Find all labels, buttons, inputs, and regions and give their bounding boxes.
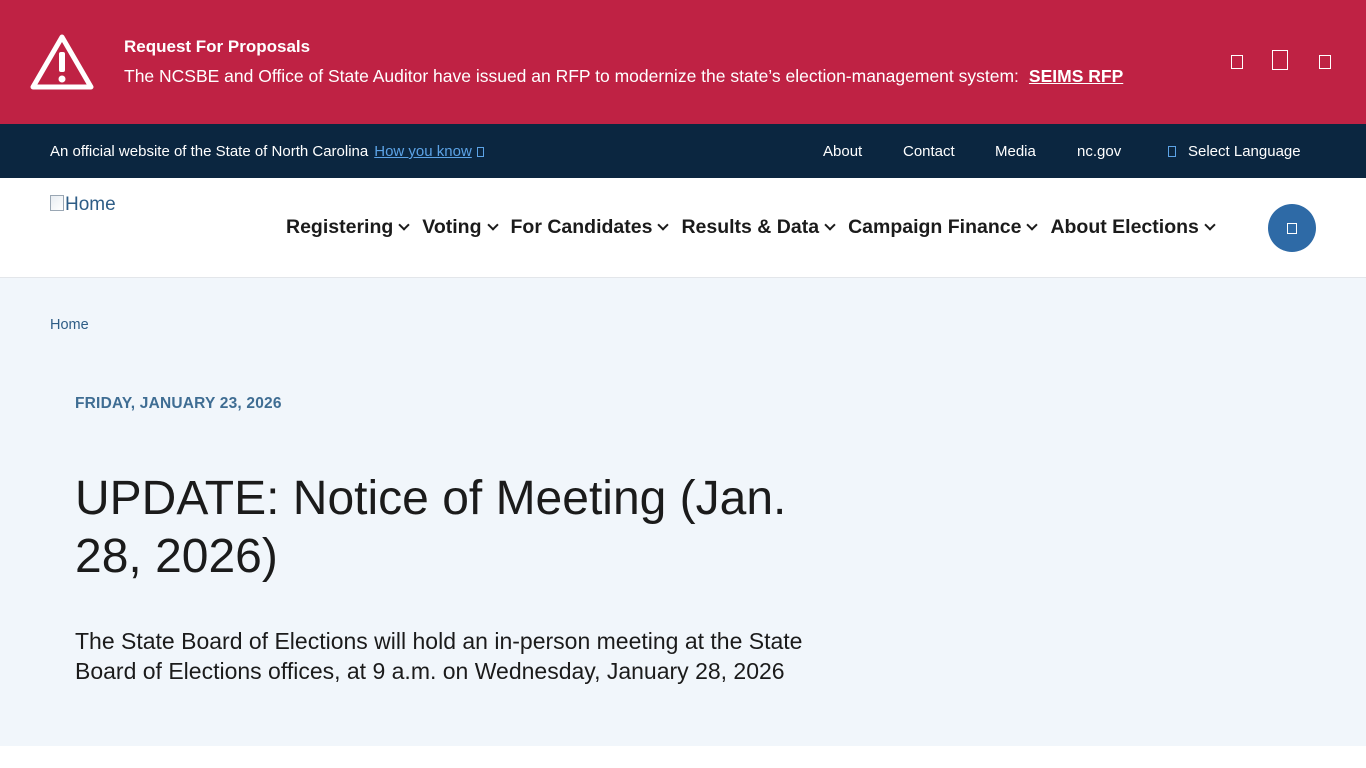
- nav-about-elections-label: About Elections: [1050, 216, 1199, 238]
- chevron-down-icon: [398, 219, 410, 231]
- alert-previous-icon: [1231, 55, 1243, 69]
- alert-message-text: The NCSBE and Office of State Auditor ha…: [124, 66, 1019, 86]
- alert-pause-icon: [1272, 50, 1288, 70]
- nav-campaign-finance-label: Campaign Finance: [848, 216, 1022, 238]
- nav-results-data-label: Results & Data: [681, 216, 820, 238]
- alert-next-button[interactable]: [1317, 52, 1333, 72]
- nav-voting-label: Voting: [422, 216, 482, 238]
- nav-for-candidates[interactable]: For Candidates: [511, 216, 682, 239]
- chevron-down-icon: [657, 219, 670, 231]
- rfp-alert-banner: Request For Proposals The NCSBE and Offi…: [0, 0, 1366, 124]
- chevron-down-icon: [486, 219, 499, 231]
- lead-paragraph: The State Board of Elections will hold a…: [75, 628, 803, 684]
- nav-results-data[interactable]: Results & Data: [681, 216, 848, 239]
- main-content: Home FRIDAY, JANUARY 23, 2026 UPDATE: No…: [0, 278, 1366, 746]
- select-language-button[interactable]: Select Language: [1168, 143, 1301, 160]
- seims-rfp-link[interactable]: SEIMS RFP: [1029, 66, 1123, 86]
- official-site-notice: An official website of the State of Nort…: [50, 143, 484, 160]
- nav-about-elections[interactable]: About Elections: [1050, 216, 1227, 239]
- search-icon: [1287, 223, 1297, 234]
- how-you-know-label: How you know: [374, 143, 472, 160]
- utility-link-media[interactable]: Media: [995, 143, 1036, 160]
- site-header: Home Registering Voting For Candidates R…: [0, 178, 1366, 278]
- chevron-down-icon: [1204, 219, 1216, 231]
- home-logo-alt: Home: [65, 194, 116, 215]
- page-title: UPDATE: Notice of Meeting (Jan. 28, 2026…: [75, 472, 787, 583]
- chevron-down-icon: [824, 219, 836, 231]
- nav-voting[interactable]: Voting: [422, 216, 510, 239]
- alert-message: The NCSBE and Office of State Auditor ha…: [124, 66, 1123, 87]
- breadcrumb-home[interactable]: Home: [50, 317, 89, 333]
- main-navigation: Registering Voting For Candidates Result…: [286, 216, 1228, 239]
- globe-icon: [1168, 146, 1176, 157]
- utility-link-nc-gov[interactable]: nc.gov: [1077, 143, 1121, 160]
- alert-next-icon: [1319, 55, 1331, 69]
- nav-registering[interactable]: Registering: [286, 216, 422, 239]
- alert-previous-button[interactable]: [1229, 52, 1245, 72]
- search-button[interactable]: [1268, 204, 1316, 252]
- warning-triangle-icon: [30, 34, 94, 90]
- post-date: FRIDAY, JANUARY 23, 2026: [75, 395, 282, 412]
- select-language-label: Select Language: [1188, 143, 1301, 160]
- nav-for-candidates-label: For Candidates: [510, 216, 653, 238]
- official-site-text: An official website of the State of Nort…: [50, 143, 369, 160]
- chevron-down-icon: [1026, 219, 1039, 231]
- alert-title: Request For Proposals: [124, 37, 311, 56]
- utility-link-about[interactable]: About: [823, 143, 862, 160]
- broken-image-icon: [50, 195, 64, 211]
- home-logo-link[interactable]: Home: [50, 194, 116, 216]
- utility-bar: An official website of the State of Nort…: [0, 124, 1366, 178]
- alert-pause-button[interactable]: [1272, 50, 1288, 70]
- how-you-know-link[interactable]: How you know: [374, 143, 484, 160]
- utility-link-contact[interactable]: Contact: [903, 143, 955, 160]
- expand-icon: [476, 147, 484, 157]
- nav-registering-label: Registering: [286, 216, 394, 238]
- nav-campaign-finance[interactable]: Campaign Finance: [848, 216, 1050, 239]
